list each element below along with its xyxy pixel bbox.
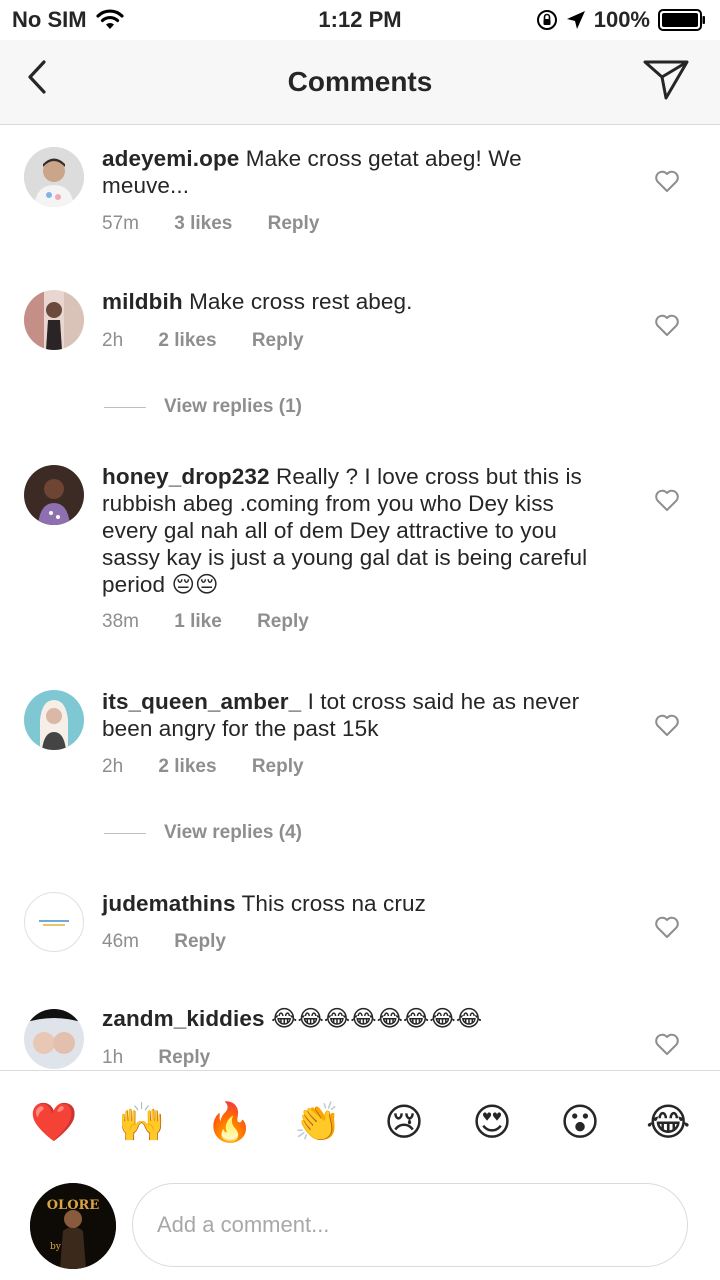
reply-button[interactable]: Reply xyxy=(257,611,309,632)
comment-text: its_queen_amber_ I tot cross said he as … xyxy=(102,688,602,742)
avatar[interactable] xyxy=(24,290,84,350)
comment-username[interactable]: mildbih xyxy=(102,289,183,314)
fire-emoji[interactable]: 🔥 xyxy=(206,1101,253,1145)
comment-body: Make cross rest abeg. xyxy=(189,289,413,314)
comment-meta: 1h Reply xyxy=(102,1047,240,1069)
comment-body: This cross na cruz xyxy=(241,891,426,916)
page-title: Comments xyxy=(287,66,433,97)
comment-time: 2h xyxy=(102,330,124,351)
comment-text: mildbih Make cross rest abeg. xyxy=(102,288,602,315)
heart-icon[interactable] xyxy=(654,713,680,737)
my-avatar[interactable]: OLORE by xyxy=(30,1183,116,1269)
status-right: 100% xyxy=(536,7,706,33)
comment-username[interactable]: honey_drop232 xyxy=(102,464,270,489)
avatar[interactable] xyxy=(24,147,84,207)
status-bar: No SIM 1:12 PM 100% xyxy=(0,0,720,40)
comment-body: 😂😂😂😂😂😂😂😂 xyxy=(270,1006,483,1031)
avatar-by-text: by xyxy=(50,1242,62,1252)
view-replies-button[interactable]: View replies (1) xyxy=(104,396,302,418)
avatar[interactable] xyxy=(24,1009,84,1069)
view-replies-label[interactable]: View replies (1) xyxy=(164,396,302,418)
reply-button[interactable]: Reply xyxy=(174,931,226,952)
battery-label: 100% xyxy=(593,7,650,32)
comment-meta: 57m 3 likes Reply xyxy=(102,213,349,235)
red-heart-emoji[interactable]: ❤️ xyxy=(30,1101,77,1145)
comment-meta: 38m 1 like Reply xyxy=(102,611,339,633)
replies-divider xyxy=(104,406,146,408)
comment-likes[interactable]: 2 likes xyxy=(158,330,216,351)
direct-send-icon[interactable] xyxy=(642,57,690,101)
avatar[interactable] xyxy=(24,690,84,750)
location-arrow-icon xyxy=(566,11,585,29)
comment-likes[interactable]: 2 likes xyxy=(158,756,216,777)
avatar-brand-text: OLORE xyxy=(47,1198,100,1213)
comment-username[interactable]: its_queen_amber_ xyxy=(102,689,301,714)
rotation-lock-icon xyxy=(536,10,557,30)
comment-text: adeyemi.ope Make cross getat abeg! We me… xyxy=(102,145,602,199)
battery-icon xyxy=(658,9,705,31)
view-replies-button[interactable]: View replies (4) xyxy=(104,822,302,844)
comment-likes[interactable]: 1 like xyxy=(174,611,222,632)
comment-time: 1h xyxy=(102,1047,124,1068)
avatar[interactable] xyxy=(24,892,84,952)
comment-time: 57m xyxy=(102,213,139,234)
comment-meta: 2h 2 likes Reply xyxy=(102,330,334,352)
raising-hands-emoji[interactable]: 🙌 xyxy=(118,1101,165,1145)
tears-of-joy-emoji[interactable]: 😂 xyxy=(646,1101,690,1145)
comments-list[interactable]: adeyemi.ope Make cross getat abeg! We me… xyxy=(0,125,720,1070)
avatar[interactable] xyxy=(24,465,84,525)
emoji-bar: ❤️ 🙌 🔥 👏 😢 😍 😮 😂 xyxy=(0,1070,720,1175)
reply-button[interactable]: Reply xyxy=(158,1047,210,1068)
comment-text: honey_drop232 Really ? I love cross but … xyxy=(102,463,602,598)
comment-username[interactable]: judemathins xyxy=(102,891,236,916)
clapping-hands-emoji[interactable]: 👏 xyxy=(294,1101,341,1145)
heart-icon[interactable] xyxy=(654,488,680,512)
heart-icon[interactable] xyxy=(654,169,680,193)
comment-time: 2h xyxy=(102,756,124,777)
replies-divider xyxy=(104,832,146,834)
comment-text: zandm_kiddies 😂😂😂😂😂😂😂😂 xyxy=(102,1005,602,1032)
view-replies-label[interactable]: View replies (4) xyxy=(164,822,302,844)
comment-text: judemathins This cross na cruz xyxy=(102,890,602,917)
crying-face-emoji[interactable]: 😢 xyxy=(382,1101,426,1145)
heart-icon[interactable] xyxy=(654,1032,680,1056)
heart-icon[interactable] xyxy=(654,313,680,337)
heart-eyes-emoji[interactable]: 😍 xyxy=(470,1101,514,1145)
comment-time: 46m xyxy=(102,931,139,952)
comment-input-bar: OLORE by xyxy=(0,1175,720,1280)
reply-button[interactable]: Reply xyxy=(268,213,320,234)
comment-meta: 2h 2 likes Reply xyxy=(102,756,334,778)
heart-icon[interactable] xyxy=(654,915,680,939)
surprised-face-emoji[interactable]: 😮 xyxy=(558,1101,602,1145)
comment-username[interactable]: adeyemi.ope xyxy=(102,146,239,171)
reply-button[interactable]: Reply xyxy=(252,756,304,777)
header: Comments xyxy=(0,40,720,125)
reply-button[interactable]: Reply xyxy=(252,330,304,351)
comment-username[interactable]: zandm_kiddies xyxy=(102,1006,265,1031)
comment-likes[interactable]: 3 likes xyxy=(174,213,232,234)
comment-time: 38m xyxy=(102,611,139,632)
comment-input[interactable] xyxy=(132,1183,688,1267)
comment-meta: 46m Reply xyxy=(102,931,256,953)
